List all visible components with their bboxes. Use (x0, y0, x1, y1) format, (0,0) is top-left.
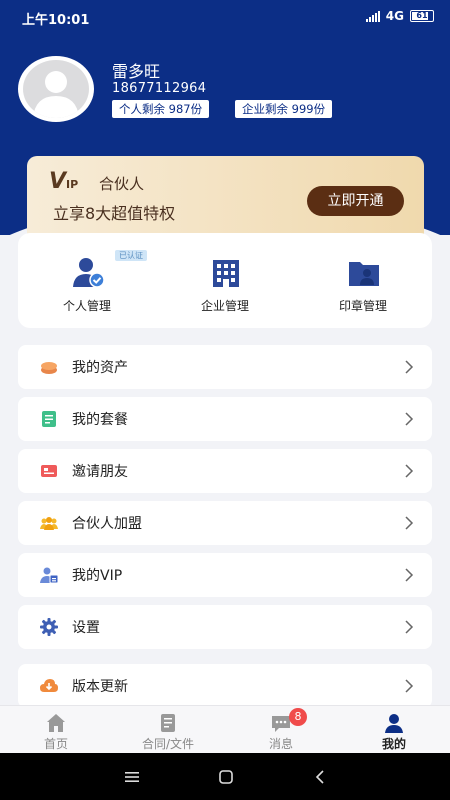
personal-quota-badge: 个人剩余 987份 (112, 100, 210, 118)
partners-icon (40, 517, 58, 530)
battery-level: 61 (416, 11, 428, 20)
menu-label: 邀请朋友 (72, 464, 128, 480)
avatar[interactable] (18, 56, 94, 122)
verified-tag: 已认证 (115, 250, 147, 261)
user-phone: 18677112964 (112, 81, 207, 96)
menu-label: 合伙人加盟 (72, 516, 142, 532)
menu-my-assets[interactable]: 我的资产 (18, 345, 432, 389)
menu-my-vip[interactable]: 我的VIP (18, 553, 432, 597)
nav-label: 我的 (381, 737, 406, 751)
message-badge: 8 (289, 708, 307, 726)
system-nav-bar (0, 753, 450, 800)
activate-vip-button[interactable]: 立即开通 (307, 186, 404, 216)
menu-version-update[interactable]: 版本更新 (18, 664, 432, 708)
company-management-label: 企业管理 (200, 299, 249, 313)
menu-label: 版本更新 (72, 679, 128, 695)
profile-icon (385, 714, 403, 733)
menu-my-package[interactable]: 我的套餐 (18, 397, 432, 441)
nav-contracts[interactable]: 合同/文件 (112, 706, 224, 754)
avatar-placeholder-icon (23, 60, 89, 118)
nav-label: 首页 (43, 737, 68, 751)
back-icon[interactable] (310, 767, 330, 787)
coins-icon (41, 362, 57, 374)
home-icon (47, 714, 65, 732)
folder-seal-icon (349, 262, 379, 286)
package-icon (42, 411, 56, 427)
menu-label: 我的资产 (72, 360, 128, 376)
cloud-update-icon (40, 679, 58, 692)
nav-label: 消息 (268, 737, 293, 751)
invite-icon (41, 465, 57, 477)
personal-management-label: 个人管理 (62, 299, 111, 313)
menu-partner-join[interactable]: 合伙人加盟 (18, 501, 432, 545)
chevron-right-icon (405, 360, 414, 374)
seal-management-button[interactable]: 印章管理 (294, 233, 432, 328)
menu-label: 设置 (72, 620, 100, 636)
menu-settings[interactable]: 设置 (18, 605, 432, 649)
chevron-right-icon (405, 568, 414, 582)
chevron-right-icon (405, 516, 414, 530)
menu-label: 我的VIP (72, 568, 123, 584)
user-check-icon (73, 258, 105, 288)
user-name: 雷多旺 (112, 62, 161, 81)
vip-logo: VIP (49, 169, 79, 194)
network-type: 4G (385, 9, 404, 23)
seal-management-label: 印章管理 (338, 299, 387, 313)
nav-label: 合同/文件 (141, 737, 195, 751)
nav-home[interactable]: 首页 (0, 706, 112, 754)
signal-icon (365, 10, 380, 22)
battery-icon: 61 (410, 10, 434, 22)
building-icon (213, 260, 239, 287)
document-icon (161, 714, 175, 732)
personal-management-button[interactable]: 已认证 个人管理 (18, 233, 156, 328)
chevron-right-icon (405, 620, 414, 634)
chevron-right-icon (405, 464, 414, 478)
bottom-nav: 首页 合同/文件 8 消息 我的 (0, 705, 450, 753)
nav-messages[interactable]: 8 消息 (225, 706, 337, 754)
menu-icon[interactable] (122, 767, 142, 787)
quick-actions-card: 已认证 个人管理 企业管理 印章管理 (18, 233, 432, 328)
vip-subtitle: 立享8大超值特权 (53, 204, 176, 223)
vip-title: 合伙人 (99, 175, 145, 193)
vip-user-icon (40, 567, 58, 584)
company-quota-badge: 企业剩余 999份 (235, 100, 333, 118)
gear-icon (40, 618, 58, 636)
message-icon (272, 716, 290, 732)
vip-partner-banner[interactable]: VIP 合伙人 立享8大超值特权 立即开通 (27, 156, 424, 234)
chevron-right-icon (405, 679, 414, 693)
menu-invite-friends[interactable]: 邀请朋友 (18, 449, 432, 493)
company-management-button[interactable]: 企业管理 (156, 233, 294, 328)
menu-label: 我的套餐 (72, 412, 128, 428)
chevron-right-icon (405, 412, 414, 426)
status-bar: 上午10:01 4G 61 (0, 0, 450, 34)
nav-profile[interactable]: 我的 (338, 706, 450, 754)
status-time: 上午10:01 (22, 13, 90, 28)
home-square-icon[interactable] (216, 767, 236, 787)
